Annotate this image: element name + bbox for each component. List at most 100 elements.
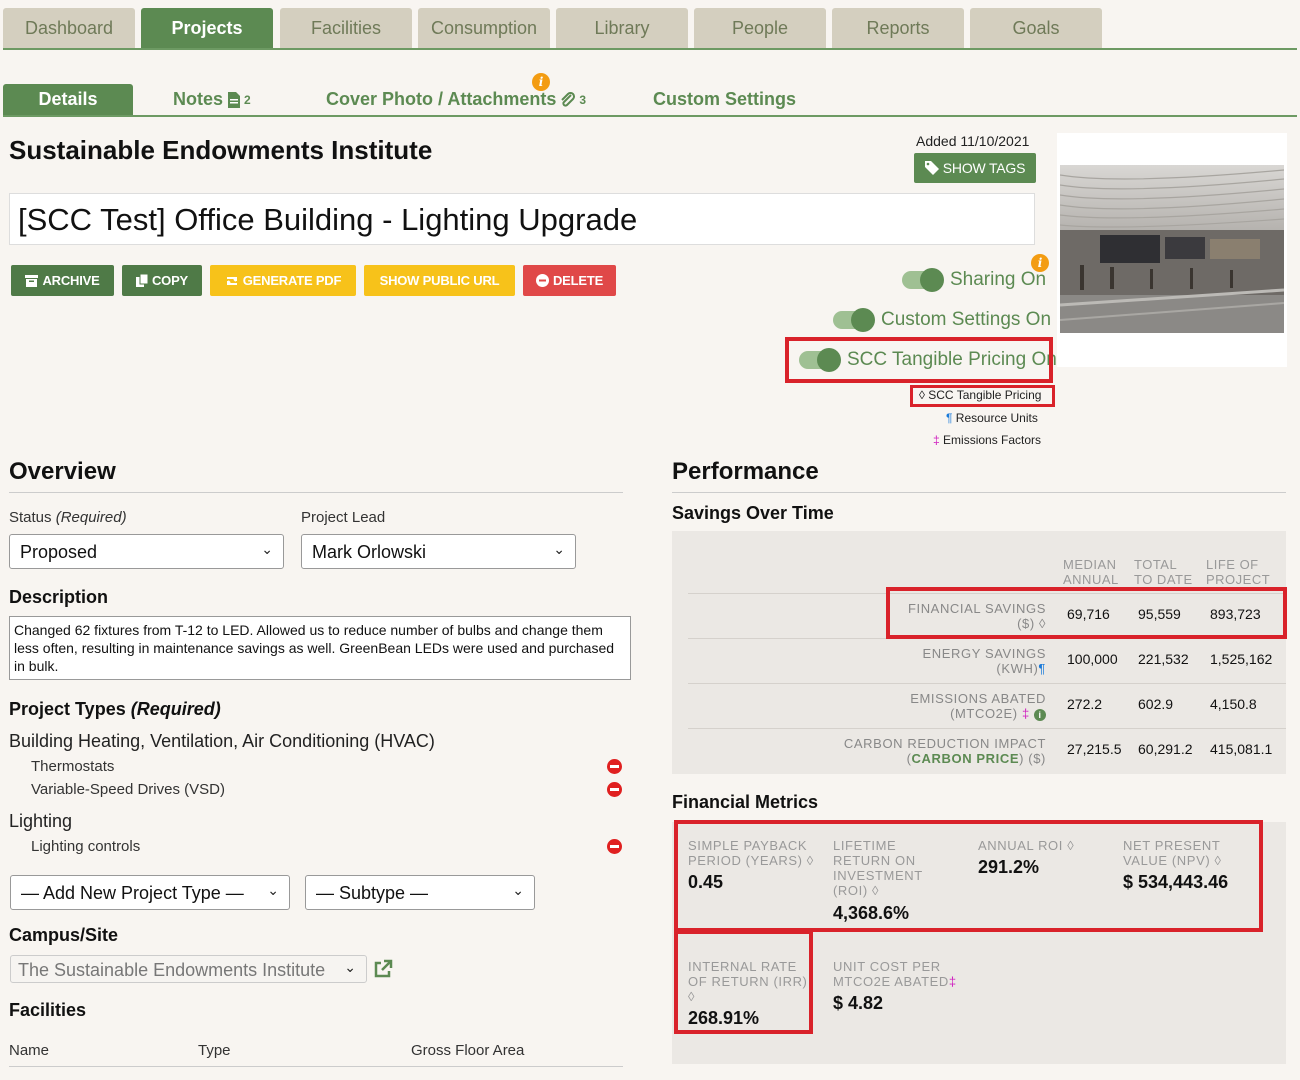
type-item-lighting-controls: Lighting controls (31, 838, 141, 855)
notes-label: Notes (173, 89, 224, 109)
carbon-impact-unit: (CARBON PRICE) ($) (906, 751, 1046, 766)
status-label-text: Status (9, 509, 52, 526)
emissions-abated-label: EMISSIONS ABATED (910, 691, 1046, 706)
chevron-down-icon: ⌄ (512, 882, 524, 898)
status-value: Proposed (20, 542, 98, 562)
row-divider (688, 683, 1286, 684)
types-required: (Required) (130, 699, 221, 719)
facilities-heading: Facilities (9, 1000, 87, 1020)
public-url-label: SHOW PUBLIC URL (379, 273, 500, 288)
campus-heading: Campus/Site (9, 925, 119, 945)
project-lead-select[interactable]: Mark Orlowski ⌄ (301, 534, 576, 569)
generate-pdf-button[interactable]: GENERATE PDF (210, 265, 356, 296)
remove-thermostats-icon[interactable] (607, 759, 622, 774)
chevron-down-icon: ⌄ (267, 882, 279, 898)
description-textarea[interactable]: Changed 62 fixtures from T-12 to LED. Al… (9, 616, 631, 680)
row-emissions-abated-label: EMISSIONS ABATED (MTCO2E) ‡ i (860, 691, 1046, 721)
sharing-label: Sharing On (950, 269, 1047, 290)
show-tags-button[interactable]: SHOW TAGS (914, 153, 1036, 183)
organization-name: Sustainable Endowments Institute (9, 135, 433, 165)
paperclip-icon (561, 91, 576, 107)
remove-vsd-icon[interactable] (607, 782, 622, 797)
status-select[interactable]: Proposed ⌄ (9, 534, 284, 569)
cover-photo-image (1060, 165, 1284, 333)
tab-projects[interactable]: Projects (141, 8, 273, 48)
sharing-info-icon[interactable]: i (1031, 254, 1049, 272)
campus-select[interactable]: The Sustainable Endowments Institute ⌄ (10, 955, 367, 983)
info-icon[interactable]: i (532, 73, 550, 91)
external-link-icon[interactable] (373, 959, 393, 979)
col-type: Type (198, 1042, 231, 1059)
metrics-highlight (674, 820, 1263, 932)
add-project-type-select[interactable]: — Add New Project Type — ⌄ (10, 875, 290, 910)
show-public-url-button[interactable]: SHOW PUBLIC URL (364, 265, 515, 296)
cover-label: Cover Photo / Attachments (326, 89, 557, 109)
sharing-toggle[interactable]: Sharing On (902, 268, 1047, 292)
carbon-life: 415,081.1 (1210, 741, 1273, 757)
minus-circle-icon (535, 274, 549, 287)
tab-library[interactable]: Library (556, 8, 688, 48)
sharing-switch[interactable] (902, 268, 944, 292)
col-life-of-project: LIFE OF PROJECT (1206, 557, 1271, 587)
tab-goals[interactable]: Goals (970, 8, 1102, 48)
emissions-unit-text: (MTCO2E) (950, 706, 1018, 721)
savings-heading: Savings Over Time (672, 503, 834, 523)
project-subnav: Details Notes 2 Cover Photo / Attachment… (3, 84, 1297, 117)
archive-label: ARCHIVE (42, 273, 100, 288)
unit-cost-label-text: UNIT COST PER MTCO2E ABATED (833, 959, 949, 989)
irr-highlight (674, 930, 813, 1034)
emissions-abated-unit: (MTCO2E) ‡ i (860, 706, 1046, 721)
financial-metrics-heading: Financial Metrics (672, 792, 819, 812)
tab-facilities[interactable]: Facilities (280, 8, 412, 48)
col-gross-floor-area: Gross Floor Area (411, 1042, 525, 1059)
subtab-notes[interactable]: Notes 2 (173, 84, 251, 115)
notes-count: 2 (244, 92, 251, 107)
subtab-custom-settings[interactable]: Custom Settings (653, 84, 796, 115)
campus-value: The Sustainable Endowments Institute (18, 960, 326, 980)
added-date: Added 11/10/2021 (916, 133, 1030, 149)
type-group-lighting: Lighting (9, 811, 73, 831)
highlight-box (785, 337, 1053, 383)
tab-reports[interactable]: Reports (832, 8, 964, 48)
add-type-value: — Add New Project Type — (21, 883, 244, 903)
double-dagger-icon: ‡ (1021, 706, 1030, 721)
remove-lighting-controls-icon[interactable] (607, 839, 622, 854)
custom-settings-switch[interactable] (833, 308, 875, 332)
info-icon[interactable]: i (1034, 709, 1046, 721)
status-required: (Required) (55, 509, 127, 526)
emissions-total: 602.9 (1138, 696, 1174, 712)
performance-title: Performance (672, 458, 819, 485)
tab-people[interactable]: People (694, 8, 826, 48)
legend-emissions-factors: ‡ Emissions Factors (933, 433, 1041, 447)
copy-icon (135, 274, 148, 287)
lead-value: Mark Orlowski (312, 542, 427, 562)
facilities-divider (9, 1066, 623, 1067)
double-dagger-icon: ‡ (933, 433, 940, 447)
tab-consumption[interactable]: Consumption (418, 8, 550, 48)
carbon-price-link[interactable]: CARBON PRICE (912, 751, 1020, 766)
type-item-vsd: Variable-Speed Drives (VSD) (31, 781, 225, 798)
copy-button[interactable]: COPY (122, 265, 202, 296)
subtype-select[interactable]: — Subtype — ⌄ (305, 875, 535, 910)
tab-dashboard[interactable]: Dashboard (3, 8, 135, 48)
project-types-heading: Project Types (Required) (9, 699, 221, 720)
legend-resource-label: Resource Units (955, 411, 1038, 425)
archive-button[interactable]: ARCHIVE (11, 265, 114, 296)
delete-button[interactable]: DELETE (523, 265, 616, 296)
lead-label: Project Lead (301, 509, 386, 526)
energy-savings-unit: (KWH)¶ (860, 661, 1046, 676)
type-group-hvac: Building Heating, Ventilation, Air Condi… (9, 731, 435, 751)
performance-heading: Performance (672, 458, 1286, 493)
subtab-details[interactable]: Details (3, 84, 133, 115)
main-nav: Dashboard Projects Facilities Consumptio… (3, 8, 1297, 50)
financial-savings-highlight (886, 587, 1287, 639)
cover-photo[interactable] (1057, 133, 1287, 367)
row-divider (688, 728, 1286, 729)
carbon-impact-label: CARBON REDUCTION IMPACT (843, 736, 1046, 751)
show-tags-label: SHOW TAGS (942, 160, 1026, 176)
description-heading: Description (9, 587, 109, 607)
project-title-input[interactable]: [SCC Test] Office Building - Lighting Up… (9, 193, 1035, 245)
custom-settings-toggle[interactable]: Custom Settings On (833, 308, 1052, 332)
legend-scc: ◊ SCC Tangible Pricing (919, 388, 1042, 402)
custom-settings-label: Custom Settings On (881, 309, 1052, 330)
